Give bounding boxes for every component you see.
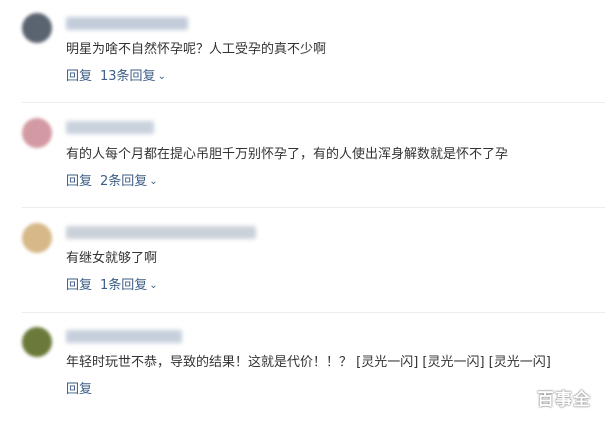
avatar[interactable] xyxy=(22,327,52,357)
reply-button[interactable]: 回复 xyxy=(66,278,92,293)
comment-actions: 回复 13条回复 ⌄ xyxy=(66,68,166,87)
comment-actions: 回复 2条回复 ⌄ xyxy=(66,173,158,192)
avatar[interactable] xyxy=(22,118,52,148)
reply-button[interactable]: 回复 xyxy=(66,174,92,189)
watermark: 百事全 xyxy=(537,390,591,410)
divider xyxy=(22,207,605,208)
divider xyxy=(22,312,605,313)
comment-text: 有的人每个月都在提心吊胆千万别怀孕了，有的人使出浑身解数就是怀不了孕 xyxy=(66,147,509,162)
reply-count: 1条回复 xyxy=(100,278,148,293)
reply-button[interactable]: 回复 xyxy=(66,382,92,397)
reply-count: 13条回复 xyxy=(100,69,156,84)
username[interactable] xyxy=(66,226,256,239)
username[interactable] xyxy=(66,17,188,30)
chevron-down-icon: ⌄ xyxy=(157,71,166,82)
reply-button[interactable]: 回复 xyxy=(66,69,92,84)
divider xyxy=(22,102,605,103)
avatar[interactable] xyxy=(22,223,52,253)
chevron-down-icon: ⌄ xyxy=(149,176,158,187)
comment-text: 年轻时玩世不恭，导致的结果！这就是代价！！？ [灵光一闪] [灵光一闪] [灵光… xyxy=(66,355,551,370)
comment-text: 有继女就够了啊 xyxy=(66,251,158,266)
avatar[interactable] xyxy=(22,13,52,43)
reply-count-toggle[interactable]: 13条回复 ⌄ xyxy=(100,69,166,84)
comment-actions: 回复 xyxy=(66,381,92,399)
username[interactable] xyxy=(66,330,182,343)
comment-text: 明星为啥不自然怀孕呢？人工受孕的真不少啊 xyxy=(66,42,327,57)
username[interactable] xyxy=(66,121,154,134)
reply-count: 2条回复 xyxy=(100,174,148,189)
reply-count-toggle[interactable]: 2条回复 ⌄ xyxy=(100,174,158,189)
reply-count-toggle[interactable]: 1条回复 ⌄ xyxy=(100,278,158,293)
chevron-down-icon: ⌄ xyxy=(149,280,158,291)
comment-actions: 回复 1条回复 ⌄ xyxy=(66,277,158,296)
